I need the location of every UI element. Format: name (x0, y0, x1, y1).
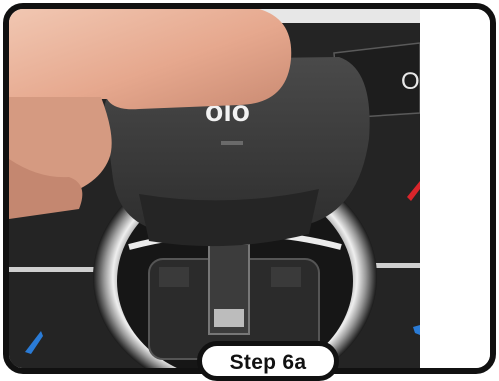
step-label: Step 6a (197, 341, 339, 381)
finger-top (9, 9, 292, 110)
image-frame: O oıo (3, 3, 496, 374)
side-button-text: O (401, 68, 420, 95)
chrome-strip-left (9, 267, 99, 272)
knob-indicator (221, 141, 243, 145)
stem-clip (214, 309, 244, 327)
mech-part-2 (271, 267, 301, 287)
photo-illustration: O oıo (9, 9, 420, 368)
right-blank-area (420, 9, 490, 368)
mech-part-1 (159, 267, 189, 287)
photo: O oıo (9, 9, 420, 368)
